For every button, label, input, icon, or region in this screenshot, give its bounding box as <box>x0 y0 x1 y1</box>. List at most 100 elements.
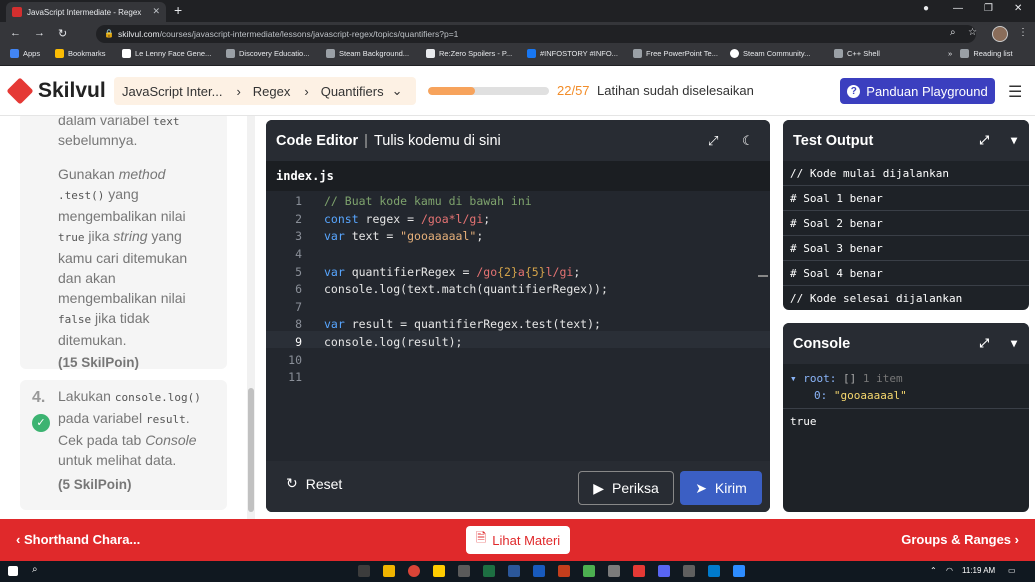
lesson-text: Console <box>145 432 197 448</box>
lesson-text: method <box>118 166 166 182</box>
scrollbar-thumb[interactable] <box>248 388 254 512</box>
back-icon[interactable]: ← <box>10 27 21 39</box>
search-icon[interactable]: ⌕ <box>32 564 38 575</box>
star-icon[interactable]: ☆ <box>968 27 977 38</box>
expand-icon[interactable]: ⤢ <box>979 133 989 148</box>
avatar[interactable] <box>992 26 1008 42</box>
minimize-icon[interactable]: — <box>953 3 963 14</box>
code-text: console.log(text.match(quantifierRegex))… <box>324 282 608 296</box>
lesson-text: jika <box>88 228 110 244</box>
hamburger-menu-icon[interactable]: ☰ <box>1008 82 1022 102</box>
expand-icon[interactable]: ⤢ <box>708 133 718 149</box>
previous-topic-link[interactable]: ‹ Shorthand Chara... <box>16 532 140 547</box>
breadcrumb-course[interactable]: JavaScript Inter... <box>114 84 222 99</box>
new-tab-icon[interactable]: + <box>174 2 182 18</box>
taskbar-app-icon[interactable] <box>458 565 470 577</box>
lesson-text: . <box>185 410 190 426</box>
word-icon[interactable] <box>533 565 545 577</box>
search-icon[interactable]: ⌕ <box>950 27 956 38</box>
console-tree[interactable]: ▾ root: [] 1 item 0: "gooaaaaal" <box>783 364 1029 409</box>
reading-list[interactable]: » Reading list <box>948 49 1013 58</box>
discord-icon[interactable] <box>658 565 670 577</box>
skilvul-logo[interactable]: Skilvul <box>6 77 106 105</box>
network-icon[interactable]: ◠ <box>946 566 953 575</box>
breadcrumb-topic[interactable]: Quantifiers <box>309 84 384 99</box>
code-line: var result = quantifierRegex.test(text); <box>324 317 601 331</box>
dark-mode-moon-icon[interactable]: ☾ <box>742 133 754 149</box>
bookmark-item[interactable]: Bookmarks <box>55 49 106 58</box>
tab-title: JavaScript Intermediate - Regex <box>27 7 142 17</box>
facebook-icon <box>527 49 536 58</box>
more-menu-icon[interactable]: ⋮ <box>1018 27 1028 38</box>
bookmark-item[interactable]: #INFOSTORY #INFO... <box>527 49 618 58</box>
lesson-text: untuk melihat data. <box>58 452 177 468</box>
code-keyword: const <box>324 212 359 226</box>
expand-icon[interactable]: ⤢ <box>979 336 989 351</box>
skilpoin-label: (5 SkilPoin) <box>58 477 132 492</box>
word-icon[interactable] <box>508 565 520 577</box>
code-area[interactable]: 1 2 3 4 5 6 7 8 9 10 11 // Buat kode kam… <box>266 191 770 461</box>
line-number: 1 <box>295 194 302 208</box>
record-icon[interactable]: ● <box>923 3 929 14</box>
lesson-text: Cek pada tab <box>58 432 142 448</box>
taskbar-app-icon[interactable] <box>608 565 620 577</box>
view-material-label: Lihat Materi <box>492 532 561 548</box>
caret-down-icon[interactable]: ▾ <box>790 372 797 385</box>
browser-tab-bar: JavaScript Intermediate - Regex ✕ + ● — … <box>0 0 1035 22</box>
taskbar-app-icon[interactable] <box>358 565 370 577</box>
taskbar-app-icon[interactable] <box>633 565 645 577</box>
bookmark-item[interactable]: Free PowerPoint Te... <box>633 49 718 58</box>
line-number: 7 <box>295 300 302 314</box>
output-row: # Soal 1 benar <box>783 186 1029 211</box>
code-string: "gooaaaaal" <box>400 229 477 243</box>
restore-icon[interactable]: ❐ <box>984 3 993 14</box>
bookmark-item[interactable]: Re:Zero Spoilers - P... <box>426 49 512 58</box>
zoom-icon[interactable] <box>733 565 745 577</box>
view-material-button[interactable]: 🗎 Lihat Materi <box>466 526 570 554</box>
bookmark-item[interactable]: Discovery Educatio... <box>226 49 309 58</box>
bookmark-item[interactable]: Apps <box>10 49 40 58</box>
powerpoint-icon[interactable] <box>558 565 570 577</box>
chrome-icon[interactable] <box>408 565 420 577</box>
bookmark-item[interactable]: C++ Shell <box>834 49 880 58</box>
lesson-pane: dalam variabel text sebelumnya. Gunakan … <box>0 116 258 519</box>
bookmark-item[interactable]: Le Lenny Face Gene... <box>122 49 211 58</box>
check-button[interactable]: ▶ Periksa <box>578 471 674 505</box>
bookmark-item[interactable]: Steam Background... <box>326 49 409 58</box>
reload-icon[interactable]: ↻ <box>58 27 67 40</box>
tray-chevron-icon[interactable]: ⌃ <box>930 566 937 575</box>
line-icon[interactable] <box>583 565 595 577</box>
line-number: 6 <box>295 282 302 296</box>
forward-icon[interactable]: → <box>34 27 45 39</box>
check-icon: ✓ <box>32 414 50 432</box>
bookmark-item[interactable]: Steam Community... <box>730 49 810 58</box>
windows-start-icon[interactable] <box>8 566 18 576</box>
breadcrumb-lesson[interactable]: Regex <box>241 84 291 99</box>
close-window-icon[interactable]: ✕ <box>1014 3 1022 14</box>
url-field[interactable]: 🔒 skilvul.com/courses/javascript-interme… <box>96 25 976 43</box>
submit-button[interactable]: ➤ Kirim <box>680 471 762 505</box>
skilvul-logo-icon <box>6 77 34 105</box>
line-number: 4 <box>295 247 302 261</box>
chevron-down-icon[interactable]: ⌄ <box>384 83 403 99</box>
chevron-down-icon[interactable]: ▾ <box>1011 336 1017 351</box>
browser-tab[interactable]: JavaScript Intermediate - Regex ✕ <box>6 2 166 22</box>
close-icon[interactable]: ✕ <box>152 6 160 17</box>
playground-guide-button[interactable]: ? Panduan Playground <box>840 78 995 104</box>
output-row: # Soal 2 benar <box>783 211 1029 236</box>
bookmark-page-icon <box>122 49 131 58</box>
taskbar-app-icon[interactable] <box>683 565 695 577</box>
play-icon: ▶ <box>593 479 605 496</box>
inline-code: true <box>58 231 85 244</box>
sticky-notes-icon[interactable] <box>433 565 445 577</box>
vscode-icon[interactable] <box>708 565 720 577</box>
panel-actions: ⤢ ▾ <box>979 133 1017 148</box>
file-tab[interactable]: index.js <box>266 161 770 191</box>
chevron-down-icon[interactable]: ▾ <box>1011 133 1017 148</box>
next-topic-link[interactable]: Groups & Ranges › <box>901 532 1019 547</box>
notification-icon[interactable]: ▭ <box>1008 566 1016 575</box>
reset-button[interactable]: ↻ Reset <box>286 475 342 492</box>
excel-icon[interactable] <box>483 565 495 577</box>
file-explorer-icon[interactable] <box>383 565 395 577</box>
lesson-text: yang <box>108 186 139 202</box>
